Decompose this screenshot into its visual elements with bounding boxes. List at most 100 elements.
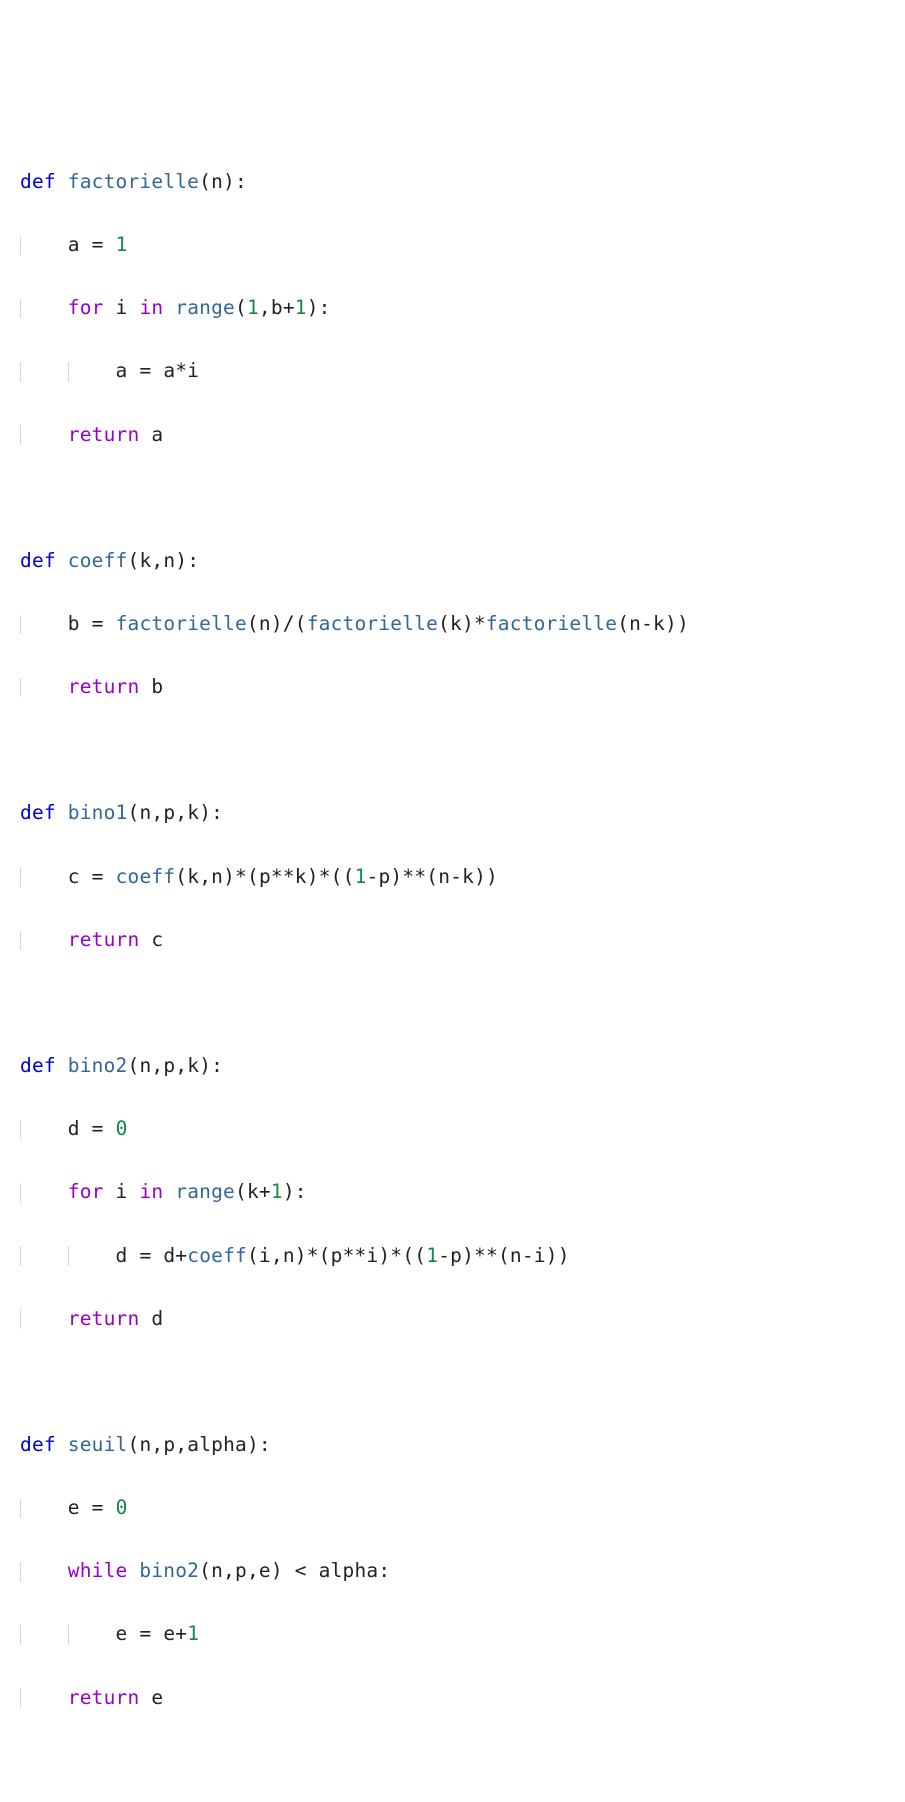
paren-close: ): [665, 612, 677, 635]
keyword-for: for: [68, 296, 104, 319]
var-a: a: [68, 233, 80, 256]
paren-open: (: [617, 612, 629, 635]
call-factorielle: factorielle: [116, 612, 247, 635]
paren-open: (: [235, 296, 247, 319]
num-one: 1: [426, 1244, 438, 1267]
function-name-factorielle: factorielle: [68, 170, 199, 193]
comma: ,: [151, 1433, 163, 1456]
param-k: k: [187, 801, 199, 824]
code-line: def coeff(k,n):: [20, 545, 885, 577]
param-n: n: [139, 801, 151, 824]
var-e: e: [68, 1496, 80, 1519]
var-p: p: [235, 1559, 247, 1582]
op-minus: -: [450, 865, 462, 888]
colon: :: [211, 1054, 223, 1077]
var-k: k: [462, 865, 474, 888]
paren-close: ): [223, 865, 235, 888]
paren-open: (: [295, 612, 307, 635]
paren-open: (: [127, 1054, 139, 1077]
param-n: n: [163, 549, 175, 572]
comma: ,: [259, 296, 271, 319]
keyword-in: in: [139, 296, 163, 319]
paren-open: (: [199, 170, 211, 193]
op-star: *: [307, 1244, 319, 1267]
code-line: for i in range(k+1):: [20, 1176, 885, 1208]
op-star: *: [175, 359, 187, 382]
code-line: while bino2(n,p,e) < alpha:: [20, 1555, 885, 1587]
op-dstar: **: [474, 1244, 498, 1267]
var-n: n: [438, 865, 450, 888]
code-line: def factorielle(n):: [20, 166, 885, 198]
code-line: def seuil(n,p,alpha):: [20, 1429, 885, 1461]
indent-guide: [20, 1562, 21, 1582]
code-line: def bino1(n,p,k):: [20, 797, 885, 829]
paren-close: ): [271, 1559, 283, 1582]
indent-guide: [20, 931, 21, 951]
code-line: e = 0: [20, 1492, 885, 1524]
keyword-return: return: [68, 1307, 140, 1330]
colon: :: [211, 801, 223, 824]
var-c: c: [151, 928, 163, 951]
paren-open: (: [331, 865, 343, 888]
op-slash: /: [283, 612, 295, 635]
var-d: d: [68, 1117, 80, 1140]
var-i: i: [534, 1244, 546, 1267]
var-i: i: [116, 296, 128, 319]
paren-close: ): [175, 549, 187, 572]
var-i: i: [259, 1244, 271, 1267]
op-eq: =: [92, 865, 104, 888]
op-plus: +: [175, 1244, 187, 1267]
num-zero: 0: [116, 1117, 128, 1140]
op-minus: -: [522, 1244, 534, 1267]
code-line: d = d+coeff(i,n)*(p**i)*((1-p)**(n-i)): [20, 1240, 885, 1272]
var-p: p: [331, 1244, 343, 1267]
blank-line: [20, 1366, 885, 1398]
indent-guide: [20, 678, 21, 698]
num-zero: 0: [116, 1496, 128, 1519]
var-e: e: [116, 1622, 128, 1645]
var-k: k: [247, 1180, 259, 1203]
paren-close: ): [247, 1433, 259, 1456]
function-name-bino1: bino1: [68, 801, 128, 824]
paren-close: ): [283, 1180, 295, 1203]
paren-close: ): [677, 612, 689, 635]
paren-close: ): [462, 1244, 474, 1267]
code-line: def bino2(n,p,k):: [20, 1050, 885, 1082]
var-b: b: [271, 296, 283, 319]
paren-open: (: [235, 1180, 247, 1203]
var-i: i: [366, 1244, 378, 1267]
op-lt: <: [295, 1559, 307, 1582]
param-k: k: [139, 549, 151, 572]
var-b: b: [68, 612, 80, 635]
op-star: *: [235, 865, 247, 888]
paren-open: (: [414, 1244, 426, 1267]
num-one: 1: [295, 296, 307, 319]
indent-guide: [20, 236, 21, 256]
code-line: d = 0: [20, 1113, 885, 1145]
param-p: p: [163, 801, 175, 824]
indent-guide: [68, 362, 69, 382]
keyword-while: while: [68, 1559, 128, 1582]
comma: ,: [175, 1054, 187, 1077]
paren-close: ): [546, 1244, 558, 1267]
keyword-def: def: [20, 801, 56, 824]
keyword-return: return: [68, 1686, 140, 1709]
indent-guide: [20, 615, 21, 635]
var-a: a: [116, 359, 128, 382]
var-p: p: [450, 1244, 462, 1267]
code-line: c = coeff(k,n)*(p**k)*((1-p)**(n-k)): [20, 861, 885, 893]
var-i: i: [116, 1180, 128, 1203]
num-one: 1: [247, 296, 259, 319]
op-star: *: [390, 1244, 402, 1267]
param-p: p: [163, 1054, 175, 1077]
var-a: a: [163, 359, 175, 382]
op-minus: -: [438, 1244, 450, 1267]
comma: ,: [151, 549, 163, 572]
code-line: return c: [20, 924, 885, 956]
paren-close: ): [199, 1054, 211, 1077]
code-block: def factorielle(n): a = 1 for i in range…: [20, 134, 885, 1744]
indent-guide: [68, 1625, 69, 1645]
comma: ,: [151, 801, 163, 824]
var-d: d: [116, 1244, 128, 1267]
indent-guide: [20, 1183, 21, 1203]
